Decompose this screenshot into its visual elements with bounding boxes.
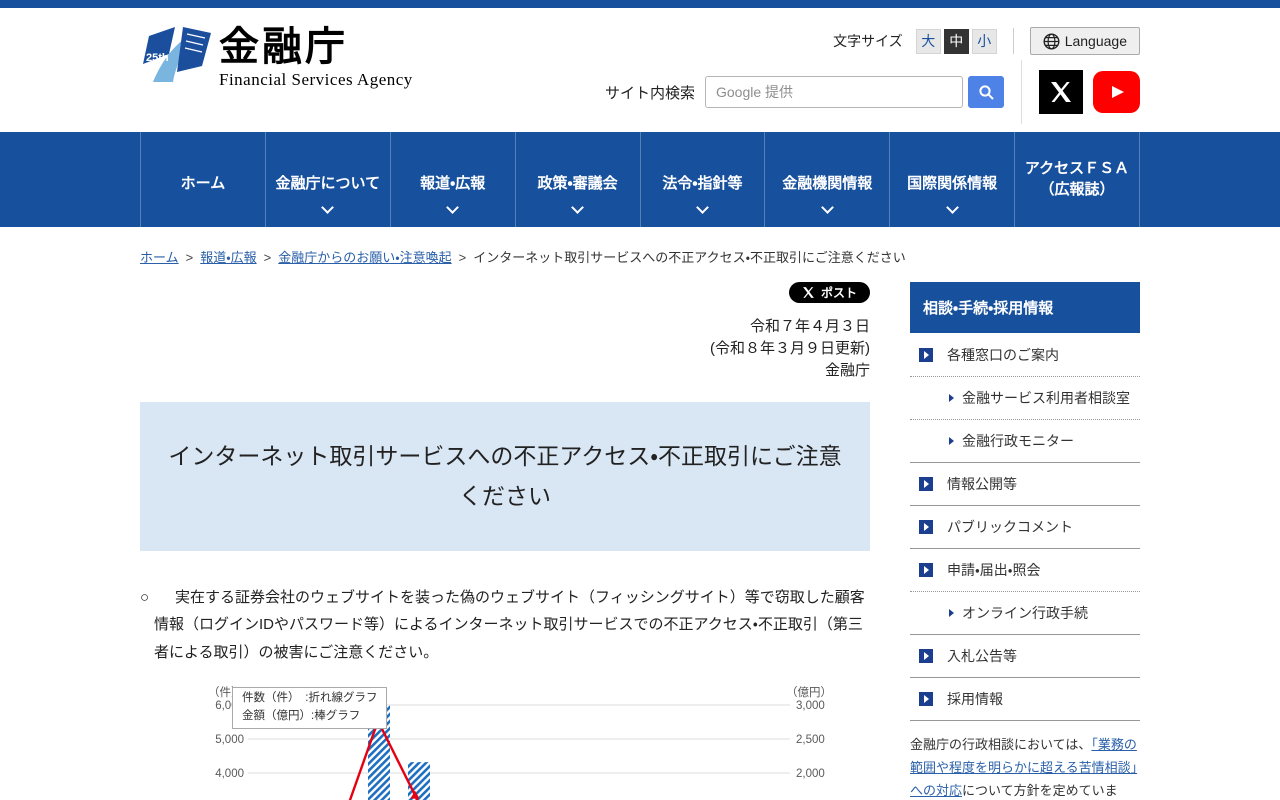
sidebar-note: 金融庁の行政相談においては、「業務の範囲や程度を明らかに超える苦情相談」への対応… xyxy=(910,737,1138,798)
legend-line-series: 件数（件） :折れ線グラフ xyxy=(242,691,378,704)
header-divider-2 xyxy=(1021,60,1022,124)
notice-paragraph: ○ 実在する証券会社のウェブサイトを装った偽のウェブサイト（フィッシングサイト）… xyxy=(140,584,870,667)
sidebar-item-contact-windows[interactable]: 各種窓口のご案内 xyxy=(910,333,1140,376)
x-logo-icon xyxy=(803,287,814,298)
svg-text:2,000: 2,000 xyxy=(796,768,825,780)
breadcrumb-link-notices[interactable]: 金融庁からのお願い・注意喚起 xyxy=(278,250,451,265)
chevron-down-icon xyxy=(820,201,834,214)
sidebar-item-admin-monitor[interactable]: 金融行政モニター xyxy=(910,419,1140,462)
sidebar: 相談・手続・採用情報 各種窓口のご案内 金融サービス利用者相談室 金融行政モニタ… xyxy=(910,282,1140,800)
chevron-down-icon xyxy=(446,201,460,214)
font-size-label: 文字サイズ xyxy=(833,33,903,49)
x-social-button[interactable] xyxy=(1039,70,1083,114)
main-nav: ホーム 金融庁について 報道・広報 政策・審議会 法令・指針等 金融機関情報 国… xyxy=(0,132,1280,227)
header-divider xyxy=(1012,28,1014,54)
nav-item-laws[interactable]: 法令・指針等 xyxy=(641,132,766,227)
fsa-logo-mark-icon: 25th xyxy=(143,27,211,82)
site-header: 25th 金融庁 Financial Services Agency 文字サイズ… xyxy=(0,8,1280,132)
page-title: インターネット取引サービスへの不正アクセス・不正取引にご注意ください xyxy=(168,443,842,510)
arrow-square-icon xyxy=(919,347,933,362)
sidebar-item-online-procedures[interactable]: オンライン行政手続 xyxy=(910,591,1140,634)
fsa-logo[interactable]: 25th 金融庁 Financial Services Agency xyxy=(143,24,413,90)
arrow-square-icon xyxy=(919,520,933,534)
arrow-square-icon xyxy=(919,649,933,663)
nav-item-international[interactable]: 国際関係情報 xyxy=(890,132,1016,227)
chevron-down-icon xyxy=(571,201,584,214)
font-size-medium-button[interactable]: 中 xyxy=(943,28,969,54)
sidebar-item-bid-announcements[interactable]: 入札公告等 xyxy=(910,634,1140,677)
sidebar-divider xyxy=(910,720,1140,721)
language-label: Language xyxy=(1064,33,1127,49)
breadcrumb-separator: > xyxy=(263,250,272,265)
breadcrumb-link-press[interactable]: 報道・広報 xyxy=(200,250,256,265)
date-block: 令和７年４月３日 (令和８年３月９日更新) 金融庁 xyxy=(140,316,870,382)
notice-text: 実在する証券会社のウェブサイトを装った偽のウェブサイト（フィッシングサイト）等で… xyxy=(154,588,865,662)
search-icon xyxy=(978,84,994,100)
font-size-small-button[interactable]: 小 xyxy=(971,28,997,54)
arrow-square-icon xyxy=(919,563,933,577)
fraud-statistics-chart: （件） （億円） 6,0005,0004,0003,0002,0003,0002… xyxy=(200,683,860,800)
author: 金融庁 xyxy=(824,362,870,379)
nav-item-press[interactable]: 報道・広報 xyxy=(391,132,516,227)
svg-text:3,000: 3,000 xyxy=(796,700,825,712)
sidebar-item-public-comment[interactable]: パブリックコメント xyxy=(910,505,1140,548)
svg-text:5,000: 5,000 xyxy=(215,734,244,746)
sidebar-item-applications[interactable]: 申請・届出・照会 xyxy=(910,548,1140,591)
nav-item-access-fsa[interactable]: アクセスＦＳＡ （広報誌） xyxy=(1015,132,1140,227)
sidebar-item-information-disclosure[interactable]: 情報公開等 xyxy=(910,462,1140,505)
nav-item-home[interactable]: ホーム xyxy=(141,132,266,227)
chevron-down-icon xyxy=(321,201,335,214)
svg-text:2,500: 2,500 xyxy=(796,734,825,746)
svg-text:4,000: 4,000 xyxy=(215,768,244,780)
logo-title: 金融庁 xyxy=(219,25,348,69)
publish-date: 令和７年４月３日 xyxy=(749,318,870,335)
top-accent-bar xyxy=(0,0,1280,8)
search-button[interactable] xyxy=(968,76,1004,108)
svg-text:25th: 25th xyxy=(146,52,169,64)
font-size-large-button[interactable]: 大 xyxy=(915,28,941,54)
update-date: (令和８年３月９日更新) xyxy=(710,340,870,357)
breadcrumb-separator: > xyxy=(185,250,194,265)
x-logo-icon xyxy=(1051,82,1071,102)
sidebar-title: 相談・手続・採用情報 xyxy=(910,282,1140,333)
breadcrumb: ホーム > 報道・広報 > 金融庁からのお願い・注意喚起 > インターネット取引サービスへの… xyxy=(140,247,1280,266)
sidebar-item-user-consultation[interactable]: 金融サービス利用者相談室 xyxy=(910,376,1140,419)
chevron-down-icon xyxy=(696,201,709,214)
article-column: ポスト 令和７年４月３日 (令和８年３月９日更新) 金融庁 インターネット取引サ… xyxy=(140,282,870,800)
language-button[interactable]: Language xyxy=(1029,27,1140,55)
chevron-down-icon xyxy=(945,201,959,214)
arrow-square-icon xyxy=(919,692,933,706)
breadcrumb-separator: > xyxy=(458,250,467,265)
chart-legend: 件数（件） :折れ線グラフ 金額（億円）:棒グラフ xyxy=(232,686,388,730)
search-input[interactable] xyxy=(705,76,963,108)
logo-subtitle: Financial Services Agency xyxy=(219,70,413,89)
sidebar-item-recruitment[interactable]: 採用情報 xyxy=(910,677,1140,720)
nav-item-policy[interactable]: 政策・審議会 xyxy=(516,132,641,227)
legend-bar-series: 金額（億円）:棒グラフ xyxy=(242,709,361,722)
breadcrumb-current: インターネット取引サービスへの不正アクセス・不正取引にご注意ください xyxy=(473,250,906,265)
page-title-banner: インターネット取引サービスへの不正アクセス・不正取引にご注意ください xyxy=(140,402,870,551)
list-marker: ○ xyxy=(140,588,150,606)
youtube-play-icon xyxy=(1111,86,1124,98)
site-search-label: サイト内検索 xyxy=(604,84,695,102)
breadcrumb-link-home[interactable]: ホーム xyxy=(140,250,179,265)
nav-item-about[interactable]: 金融庁について xyxy=(266,132,391,227)
globe-icon xyxy=(1043,32,1060,50)
arrow-square-icon xyxy=(919,477,933,491)
nav-item-financial-institutions[interactable]: 金融機関情報 xyxy=(765,132,891,227)
right-axis-unit: （億円） xyxy=(786,686,832,699)
youtube-social-button[interactable] xyxy=(1093,71,1140,113)
post-button-label: ポスト xyxy=(820,286,857,300)
x-post-button[interactable]: ポスト xyxy=(788,282,870,303)
